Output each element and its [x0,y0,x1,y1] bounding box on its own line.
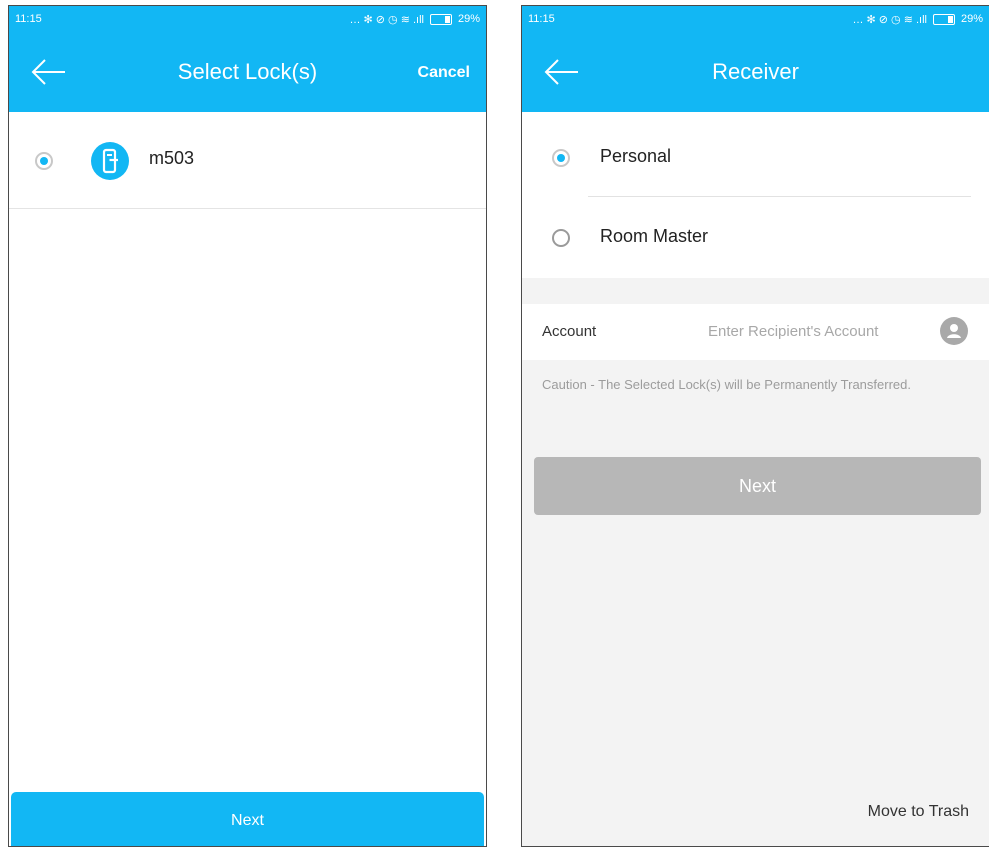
move-to-trash-link[interactable]: Move to Trash [868,803,969,821]
lock-list-item[interactable]: m503 [9,112,486,209]
status-bar: 11:15 … ✻ ⊘ ◷ ≋ .ıll 29% [522,6,989,32]
option-label: Room Master [600,226,709,246]
select-lock-screen: 11:15 … ✻ ⊘ ◷ ≋ .ıll 29% Select Lock(s) … [8,5,487,847]
receiver-screen: 11:15 … ✻ ⊘ ◷ ≋ .ıll 29% Receiver Person… [521,5,989,847]
status-indicators: … ✻ ⊘ ◷ ≋ .ıll [852,13,927,26]
option-room-master[interactable]: Room Master [522,198,989,278]
page-title: Receiver [712,59,799,84]
battery-icon [429,13,452,25]
account-field-row[interactable]: Account Enter Recipient's Account [522,304,989,360]
status-icons: … ✻ ⊘ ◷ ≋ .ıll 29% [349,13,480,26]
account-label: Account [542,323,597,340]
status-time: 11:15 [528,13,555,25]
status-time: 11:15 [15,13,42,25]
status-indicators: … ✻ ⊘ ◷ ≋ .ıll [349,13,424,26]
header-bar: Select Lock(s) Cancel [9,32,486,112]
caution-text: Caution - The Selected Lock(s) will be P… [542,377,911,392]
lock-radio[interactable] [35,152,53,170]
next-button[interactable]: Next [534,457,981,515]
status-bar: 11:15 … ✻ ⊘ ◷ ≋ .ıll 29% [9,6,486,32]
header-bar: Receiver [522,32,989,112]
door-lock-icon [91,142,129,180]
option-divider [588,196,971,197]
battery-level: 29% [457,13,480,25]
next-button[interactable]: Next [11,792,484,846]
page-title: Select Lock(s) [177,59,318,84]
lock-name: m503 [149,148,195,168]
option-personal[interactable]: Personal [522,118,989,198]
personal-radio[interactable] [552,149,570,167]
cancel-button[interactable]: Cancel [418,64,470,82]
contact-icon[interactable] [940,317,968,345]
room-master-radio[interactable] [552,229,570,247]
status-icons: … ✻ ⊘ ◷ ≋ .ıll 29% [852,13,983,26]
battery-level: 29% [960,13,983,25]
option-label: Personal [600,146,672,166]
receiver-type-options: Personal Room Master [522,112,989,278]
account-input[interactable]: Enter Recipient's Account [708,323,878,340]
battery-icon [932,13,955,25]
